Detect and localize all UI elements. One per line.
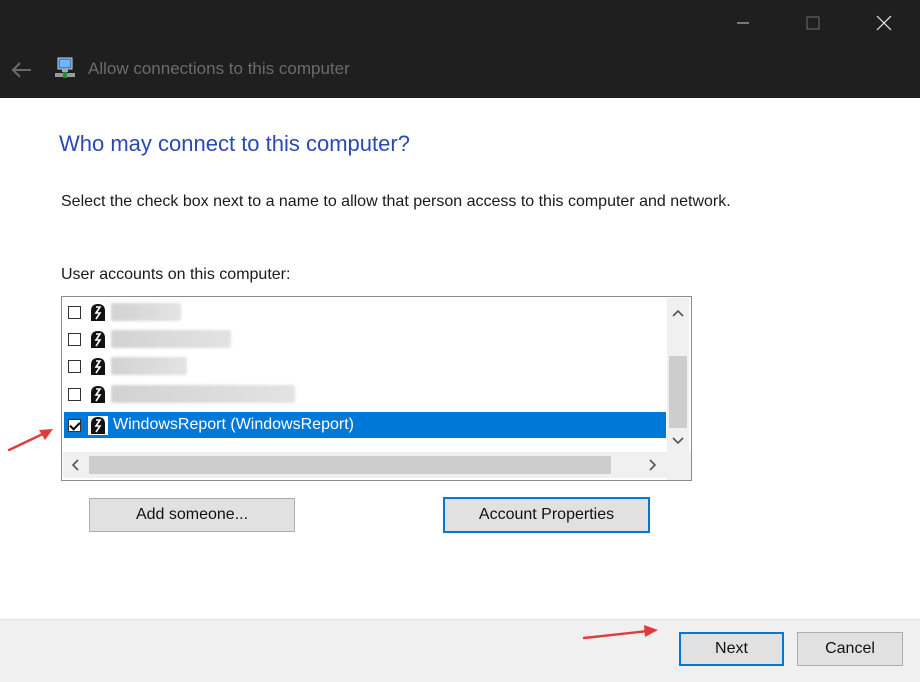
user-icon [88,385,108,404]
account-checkbox[interactable] [68,305,81,319]
user-icon [88,357,108,376]
scroll-right-button[interactable] [641,452,665,478]
scroll-up-button[interactable] [667,302,689,324]
chevron-up-icon [672,309,684,317]
network-computer-icon [55,57,75,78]
redacted-account-name [111,385,295,403]
annotation-arrow-icon [7,429,53,452]
page-description: Select the check box next to a name to a… [61,193,731,210]
annotation-arrow-icon [582,625,658,640]
redacted-account-name [111,330,231,348]
chevron-down-icon [672,437,684,445]
scroll-left-button[interactable] [63,452,87,478]
back-arrow-icon [11,62,31,78]
horizontal-scroll-thumb[interactable] [89,456,611,474]
vertical-scrollbar[interactable] [667,298,689,452]
close-icon [876,15,892,31]
minimize-button[interactable] [720,0,766,46]
title-bar: Allow connections to this computer [0,0,920,98]
chevron-left-icon [71,459,79,471]
add-someone-button[interactable]: Add someone... [89,498,295,532]
close-button[interactable] [861,0,907,46]
account-checkbox[interactable] [68,332,81,346]
user-accounts-list[interactable]: WindowsReport (WindowsReport) [61,296,692,481]
user-icon [88,416,108,435]
cancel-button[interactable]: Cancel [797,632,903,666]
maximize-icon [806,16,820,30]
maximize-button[interactable] [790,0,836,46]
minimize-icon [737,22,749,24]
list-item[interactable] [64,326,666,352]
redacted-account-name [111,357,187,375]
user-icon [88,303,108,322]
account-checkbox[interactable] [68,359,81,373]
back-button[interactable] [8,56,36,84]
chevron-right-icon [649,459,657,471]
account-checkbox-checked[interactable] [68,418,81,432]
list-item[interactable] [64,299,666,325]
horizontal-scrollbar[interactable] [63,452,667,478]
redacted-account-name [111,303,181,321]
page-heading: Who may connect to this computer? [59,131,410,156]
account-properties-button[interactable]: Account Properties [443,497,650,533]
list-item[interactable] [64,353,666,379]
scroll-down-button[interactable] [667,430,689,452]
list-item-selected[interactable]: WindowsReport (WindowsReport) [64,412,666,438]
next-button[interactable]: Next [679,632,784,666]
list-item[interactable] [64,381,666,407]
scrollbar-corner [667,452,691,480]
account-checkbox[interactable] [68,387,81,401]
window-title: Allow connections to this computer [88,59,350,78]
user-icon [88,330,108,349]
vertical-scroll-thumb[interactable] [669,356,687,428]
user-accounts-label: User accounts on this computer: [61,266,291,283]
account-name: WindowsReport (WindowsReport) [113,416,354,433]
